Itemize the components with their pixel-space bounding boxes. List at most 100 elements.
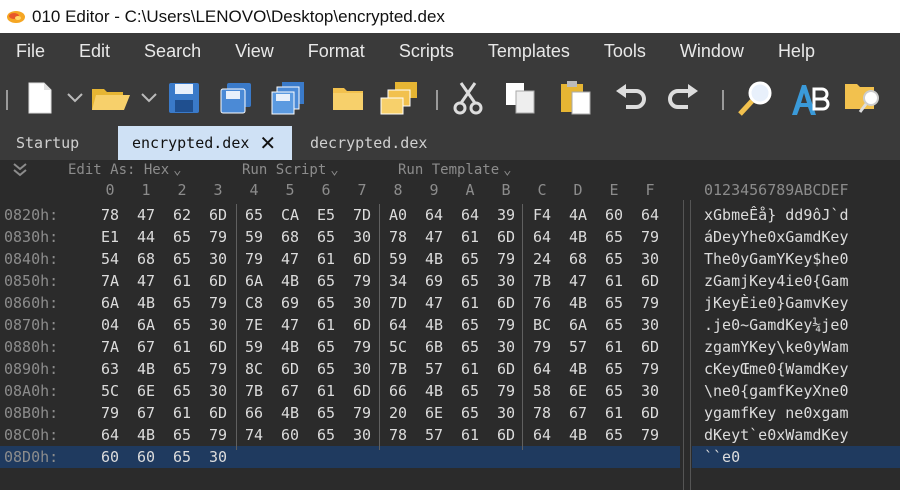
hex-byte[interactable]: 30	[492, 404, 520, 422]
hex-byte[interactable]: 64	[528, 228, 556, 246]
hex-byte[interactable]: 65	[456, 338, 484, 356]
hex-byte[interactable]: 30	[636, 250, 664, 268]
menu-window[interactable]: Window	[663, 41, 761, 62]
paste-icon[interactable]	[554, 70, 598, 126]
hex-byte[interactable]: 68	[276, 228, 304, 246]
hex-byte[interactable]: 74	[240, 426, 268, 444]
close-icon[interactable]: ✕	[259, 131, 276, 155]
hex-byte[interactable]: 60	[600, 206, 628, 224]
hex-row[interactable]: 0830h: E1 44 65 79 59 68 65 30 78 47 61 6D 64 4B 65 79 áD…	[0, 226, 900, 248]
hex-byte[interactable]: 65	[456, 250, 484, 268]
hex-byte[interactable]: 61	[600, 272, 628, 290]
redo-icon[interactable]	[664, 70, 704, 126]
hex-byte[interactable]: 4B	[564, 426, 592, 444]
hex-row[interactable]: 0840h: 54 68 65 30 79 47 61 6D 59 4B 65 79 24 68 65 30 Th…	[0, 248, 900, 270]
hex-byte[interactable]: 6D	[636, 272, 664, 290]
hex-byte[interactable]: 6D	[636, 338, 664, 356]
hex-byte[interactable]: F4	[528, 206, 556, 224]
hex-byte[interactable]: 8C	[240, 360, 268, 378]
hex-byte[interactable]: 6B	[420, 338, 448, 356]
menu-templates[interactable]: Templates	[471, 41, 587, 62]
hex-byte[interactable]: 65	[600, 382, 628, 400]
hex-byte[interactable]: 65	[600, 316, 628, 334]
hex-row[interactable]: 0870h: 04 6A 65 30 7E 47 61 6D 64 4B 65 79 BC 6A 65 30 .j…	[0, 314, 900, 336]
hex-byte[interactable]: 61	[456, 426, 484, 444]
hex-byte[interactable]: 47	[276, 250, 304, 268]
hex-row[interactable]: 0850h: 7A 47 61 6D 6A 4B 65 79 34 69 65 30 7B 47 61 6D zG…	[0, 270, 900, 292]
hex-byte[interactable]: 79	[636, 360, 664, 378]
hex-byte[interactable]: E1	[96, 228, 124, 246]
hex-byte[interactable]: 34	[384, 272, 412, 290]
hex-byte[interactable]: 79	[96, 404, 124, 422]
hex-row[interactable]: 08B0h: 79 67 61 6D 66 4B 65 79 20 6E 65 30 78 67 61 6D yg…	[0, 402, 900, 424]
hex-byte[interactable]: 6D	[204, 404, 232, 422]
hex-byte[interactable]: 65	[600, 294, 628, 312]
hex-byte[interactable]: 4B	[276, 404, 304, 422]
hex-byte[interactable]: 79	[204, 426, 232, 444]
hex-byte[interactable]: 30	[348, 426, 376, 444]
hex-byte[interactable]: 7A	[96, 272, 124, 290]
folder-icon[interactable]	[326, 70, 370, 126]
hex-byte[interactable]: 7B	[384, 360, 412, 378]
run-script-dropdown[interactable]: Run Script ⌄	[242, 162, 339, 178]
hex-byte[interactable]: 79	[492, 250, 520, 268]
hex-byte[interactable]: 65	[168, 448, 196, 466]
hex-byte[interactable]: 65	[312, 228, 340, 246]
hex-byte[interactable]: 69	[276, 294, 304, 312]
hex-byte[interactable]: 63	[96, 360, 124, 378]
ascii-text[interactable]: .je0~GamdKey¼je0	[704, 316, 849, 334]
ascii-text[interactable]: ygamfKey ne0xgam	[704, 404, 849, 422]
hex-byte[interactable]: 47	[132, 272, 160, 290]
hex-byte[interactable]: 61	[600, 338, 628, 356]
hex-byte[interactable]: 60	[132, 448, 160, 466]
hex-byte[interactable]: 79	[636, 228, 664, 246]
hex-byte[interactable]: 57	[564, 338, 592, 356]
hex-byte[interactable]: 4B	[276, 338, 304, 356]
hex-byte[interactable]: 65	[312, 272, 340, 290]
hex-byte[interactable]: 79	[636, 426, 664, 444]
hex-byte[interactable]: 6A	[240, 272, 268, 290]
hex-byte[interactable]: 6D	[348, 316, 376, 334]
hex-byte[interactable]: 47	[564, 272, 592, 290]
hex-byte[interactable]: 20	[384, 404, 412, 422]
hex-byte[interactable]: 7B	[240, 382, 268, 400]
hex-byte[interactable]: 60	[276, 426, 304, 444]
hex-byte[interactable]: 30	[204, 250, 232, 268]
hex-byte[interactable]: 61	[168, 272, 196, 290]
new-file-icon[interactable]	[20, 70, 60, 126]
hex-byte[interactable]: 61	[456, 228, 484, 246]
hex-byte[interactable]: 59	[240, 338, 268, 356]
hex-byte[interactable]: 64	[96, 426, 124, 444]
hex-byte[interactable]: 58	[528, 382, 556, 400]
hex-byte[interactable]: 6E	[132, 382, 160, 400]
dropdown-chevron-icon[interactable]	[138, 70, 160, 126]
hex-byte[interactable]: 4B	[420, 382, 448, 400]
hex-byte[interactable]: 62	[168, 206, 196, 224]
hex-byte[interactable]: 5C	[384, 338, 412, 356]
hex-byte[interactable]: 65	[456, 272, 484, 290]
hex-byte[interactable]: 79	[204, 294, 232, 312]
hex-row[interactable]: 0820h: 78 47 62 6D 65 CA E5 7D A0 64 64 39 F4 4A 60 64 xG…	[0, 204, 900, 226]
ascii-text[interactable]: zGamjKey4ie0{Gam	[704, 272, 849, 290]
hex-byte[interactable]: 30	[348, 228, 376, 246]
hex-byte[interactable]: 67	[564, 404, 592, 422]
hex-byte[interactable]: 6D	[492, 294, 520, 312]
run-template-dropdown[interactable]: Run Template ⌄	[398, 162, 512, 178]
hex-row[interactable]: 0890h: 63 4B 65 79 8C 6D 65 30 7B 57 61 6D 64 4B 65 79 cK…	[0, 358, 900, 380]
hex-byte[interactable]: 64	[456, 206, 484, 224]
find-in-files-icon[interactable]	[840, 70, 886, 126]
hex-byte[interactable]: C8	[240, 294, 268, 312]
hex-byte[interactable]: 79	[528, 338, 556, 356]
hex-byte[interactable]: 64	[636, 206, 664, 224]
hex-byte[interactable]: 68	[564, 250, 592, 268]
hex-row[interactable]: 0860h: 6A 4B 65 79 C8 69 65 30 7D 47 61 6D 76 4B 65 79 jK…	[0, 292, 900, 314]
hex-byte[interactable]: 30	[492, 338, 520, 356]
hex-byte[interactable]: 30	[204, 316, 232, 334]
hex-byte[interactable]: 4B	[276, 272, 304, 290]
hex-byte[interactable]: A0	[384, 206, 412, 224]
hex-byte[interactable]: 30	[204, 448, 232, 466]
hex-byte[interactable]: 65	[168, 294, 196, 312]
hex-byte[interactable]: 24	[528, 250, 556, 268]
hex-byte[interactable]: E5	[312, 206, 340, 224]
hex-byte[interactable]: 79	[348, 338, 376, 356]
